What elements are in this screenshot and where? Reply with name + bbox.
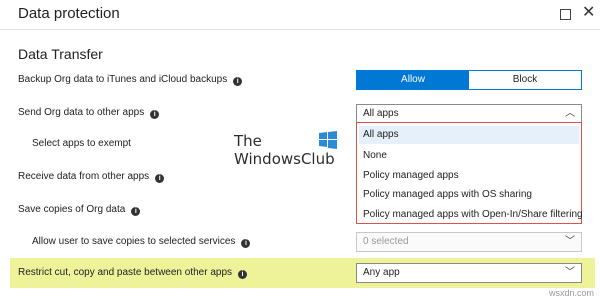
allow-user-save-row-label: Allow user to save copies to selected se…: [32, 236, 251, 248]
send-data-dropdown: All apps None Policy managed apps Policy…: [356, 122, 583, 224]
info-icon[interactable]: i: [238, 270, 248, 279]
save-copies-row-label: Save copies of Org data i: [18, 204, 141, 216]
watermark-line2: WindowsClub: [234, 150, 335, 168]
info-icon[interactable]: i: [155, 174, 165, 183]
restrict-cut-select[interactable]: Any app ﹀: [356, 263, 582, 283]
send-row-label: Send Org data to other apps i: [18, 107, 160, 119]
dropdown-option-policy-open-in[interactable]: Policy managed apps with Open-In/Share f…: [363, 209, 583, 220]
windows-logo-icon: [319, 131, 337, 149]
save-services-select[interactable]: 0 selected ﹀: [356, 232, 582, 252]
dropdown-option-policy-managed[interactable]: Policy managed apps: [363, 170, 459, 181]
send-select-value: All apps: [363, 108, 399, 119]
allow-button[interactable]: Allow: [357, 71, 469, 89]
receive-label-text: Receive data from other apps: [18, 171, 150, 182]
chevron-down-icon: ﹀: [565, 267, 575, 278]
backup-toggle[interactable]: Allow Block: [356, 70, 582, 90]
receive-row-label: Receive data from other apps i: [18, 171, 165, 183]
info-icon[interactable]: i: [233, 77, 243, 86]
send-label-text: Send Org data to other apps: [18, 107, 145, 118]
restrict-cut-label-text: Restrict cut, copy and paste between oth…: [18, 267, 233, 278]
dropdown-option-policy-os-sharing[interactable]: Policy managed apps with OS sharing: [363, 189, 532, 200]
dropdown-option-all-apps[interactable]: All apps: [359, 126, 579, 144]
info-icon[interactable]: i: [150, 110, 160, 119]
save-copies-label-text: Save copies of Org data: [18, 204, 126, 215]
backup-row-label: Backup Org data to iTunes and iCloud bac…: [18, 74, 243, 86]
dropdown-option-none[interactable]: None: [363, 150, 387, 161]
maximize-icon[interactable]: [560, 9, 571, 20]
chevron-up-icon: ︿: [565, 108, 575, 119]
backup-label-text: Backup Org data to iTunes and iCloud bac…: [18, 74, 228, 85]
send-data-select[interactable]: All apps ︿: [356, 104, 582, 124]
exempt-row-label: Select apps to exempt: [32, 138, 131, 149]
title-bar: Data protection ✕: [0, 0, 600, 30]
window-title: Data protection: [18, 5, 120, 22]
restrict-cut-row-label: Restrict cut, copy and paste between oth…: [18, 267, 248, 279]
close-icon[interactable]: ✕: [582, 5, 596, 21]
section-title: Data Transfer: [18, 46, 103, 62]
allow-user-save-label-text: Allow user to save copies to selected se…: [32, 236, 236, 247]
save-services-value: 0 selected: [363, 236, 409, 247]
block-button[interactable]: Block: [469, 71, 581, 89]
source-watermark: wsxdn.com: [548, 288, 594, 298]
info-icon[interactable]: i: [241, 239, 251, 248]
restrict-cut-value: Any app: [363, 267, 400, 278]
info-icon[interactable]: i: [131, 207, 141, 216]
chevron-down-icon: ﹀: [565, 236, 575, 247]
